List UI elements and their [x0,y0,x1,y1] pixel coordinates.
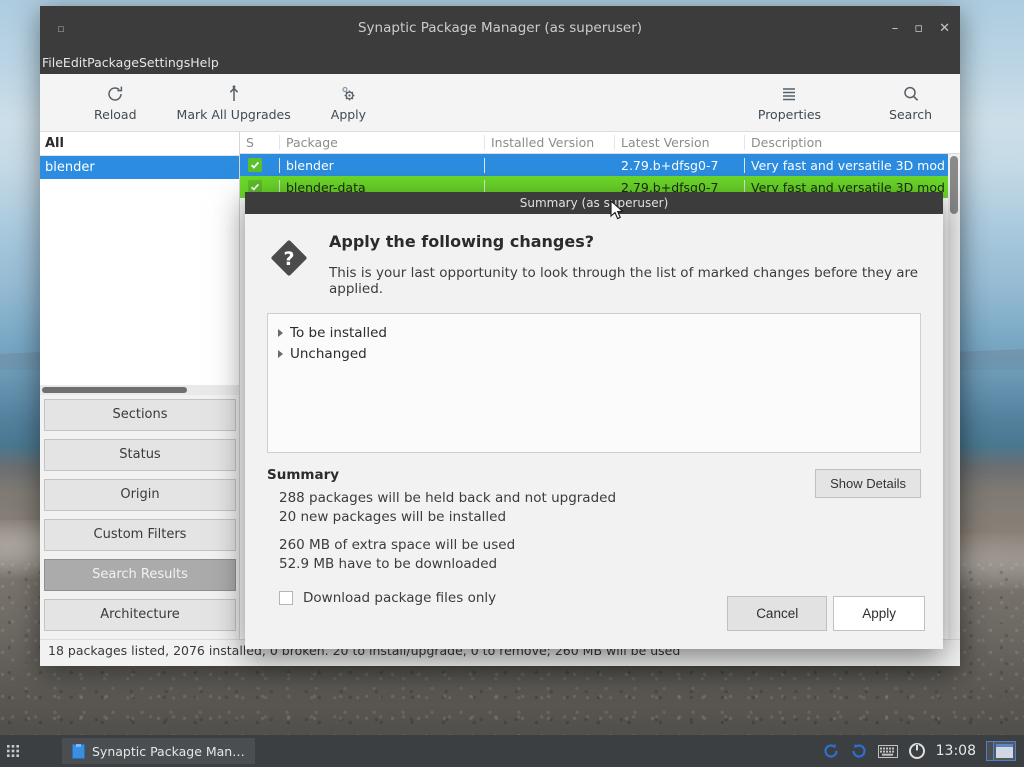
mouse-cursor [610,199,626,226]
question-diamond-icon: ? [267,236,311,280]
left-pane: All blender Sections Status Origin Custo… [40,132,240,639]
sidebar-button-status[interactable]: Status [44,439,236,471]
summary-line-held-back: 288 packages will be held back and not u… [279,490,617,506]
maximize-button[interactable]: ▫ [914,22,923,35]
filter-list[interactable]: All blender [40,132,240,386]
sidebar-button-custom-filters[interactable]: Custom Filters [44,519,236,551]
window-titlebar[interactable]: ▫ Synaptic Package Manager (as superuser… [40,6,960,50]
column-header-package[interactable]: Package [280,135,485,150]
toolbar: Reload Mark All Upgrades Apply Propertie… [40,74,960,132]
menubar: File Edit Package Settings Help [40,50,960,74]
keyboard-icon[interactable] [877,744,898,758]
summary-line-new-packages: 20 new packages will be installed [279,509,507,525]
dialog-heading: Apply the following changes? [329,232,594,251]
dialog-body: ? Apply the following changes? This is y… [245,214,943,606]
taskbar-task-synaptic[interactable]: Synaptic Package Man… [62,738,255,764]
tree-item-unchanged[interactable]: Unchanged [276,343,920,364]
summary-dialog: Summary (as superuser) ? Apply the follo… [245,192,943,649]
tree-item-label: To be installed [290,324,387,341]
dialog-title: Summary (as superuser) [519,196,669,210]
column-header-status[interactable]: S [240,135,280,150]
system-tray: 13:08 [822,741,1024,761]
properties-lines-icon [780,84,798,104]
svg-text:?: ? [283,248,294,270]
reload-icon [106,84,124,104]
upgrade-arrow-icon [225,84,243,104]
cancel-button[interactable]: Cancel [727,596,828,631]
undo-refresh-icon[interactable] [850,742,868,760]
column-header-description[interactable]: Description [745,135,960,150]
mark-all-upgrades-label: Mark All Upgrades [176,106,291,122]
download-only-label: Download package files only [303,590,497,606]
table-row[interactable]: blender 2.79.b+dfsg0-7 Very fast and ver… [240,154,960,176]
row-description: Very fast and versatile 3D mod [751,157,945,173]
column-header-installed-version[interactable]: Installed Version [485,135,615,150]
row-status-cell[interactable] [240,157,280,173]
apply-toolbar-label: Apply [330,106,367,122]
dialog-titlebar[interactable]: Summary (as superuser) [245,192,943,214]
menu-edit[interactable]: Edit [63,55,87,70]
filter-item-blender[interactable]: blender [40,156,239,179]
tree-item-label: Unchanged [290,345,367,362]
package-list-scrollbar-thumb[interactable] [950,156,958,214]
reload-button[interactable]: Reload [84,84,147,122]
filter-list-header: All [40,132,239,156]
taskbar-task-label: Synaptic Package Man… [92,743,245,759]
summary-spacer [279,527,616,536]
menu-settings[interactable]: Settings [139,55,190,70]
taskbar: Synaptic Package Man… 13:08 [0,735,1024,767]
chevron-right-icon[interactable] [278,349,283,358]
search-icon [902,84,920,104]
chevron-right-icon[interactable] [278,328,283,337]
package-list-scrollbar[interactable] [948,154,960,639]
search-button[interactable]: Search [879,84,942,122]
apply-button[interactable]: Apply [833,596,925,631]
row-latest-version: 2.79.b+dfsg0-7 [615,157,745,173]
sidebar-button-sections[interactable]: Sections [44,399,236,431]
mark-all-upgrades-button[interactable]: Mark All Upgrades [167,84,301,122]
dialog-actions: Cancel Apply [727,596,925,631]
checkbox-checked-icon[interactable] [248,157,262,172]
reload-label: Reload [94,106,137,122]
row-package-name: blender [280,157,485,173]
sidebar-button-search-results[interactable]: Search Results [44,559,236,591]
window-title: Synaptic Package Manager (as superuser) [357,20,643,36]
window-menu-icon[interactable]: ▫ [52,19,70,37]
app-grid-icon[interactable] [0,744,26,758]
column-header-latest-version[interactable]: Latest Version [615,135,745,150]
horizontal-scrollbar-thumb[interactable] [42,387,187,394]
close-button[interactable]: ✕ [939,22,950,35]
workspace-switcher-icon[interactable] [986,741,1016,761]
package-list-header: S Package Installed Version Latest Versi… [240,132,960,154]
apply-toolbar-button[interactable]: Apply [321,84,376,122]
apply-gear-icon [339,84,357,104]
summary-title: Summary [267,467,340,483]
search-label: Search [889,106,932,122]
sidebar-button-origin[interactable]: Origin [44,479,236,511]
sidebar-button-architecture[interactable]: Architecture [44,599,236,631]
download-only-checkbox[interactable] [279,591,293,605]
properties-button[interactable]: Properties [748,84,831,122]
summary-line-download-size: 52.9 MB have to be downloaded [279,556,498,572]
show-details-button[interactable]: Show Details [815,469,921,498]
taskbar-clock[interactable]: 13:08 [936,743,976,759]
horizontal-scrollbar[interactable] [40,385,240,395]
minimize-button[interactable]: – [892,22,899,35]
power-icon[interactable] [908,742,926,760]
changes-tree[interactable]: To be installed Unchanged [267,313,921,453]
filter-buttons: Sections Status Origin Custom Filters Se… [40,395,240,639]
summary-line-extra-space: 260 MB of extra space will be used [279,537,516,553]
update-refresh-icon[interactable] [822,742,840,760]
properties-label: Properties [757,106,822,122]
dialog-subtitle: This is your last opportunity to look th… [329,265,919,297]
menu-help[interactable]: Help [190,55,219,70]
menu-file[interactable]: File [42,55,63,70]
menu-package[interactable]: Package [87,55,139,70]
tree-item-to-be-installed[interactable]: To be installed [276,322,920,343]
synaptic-icon [72,743,85,759]
